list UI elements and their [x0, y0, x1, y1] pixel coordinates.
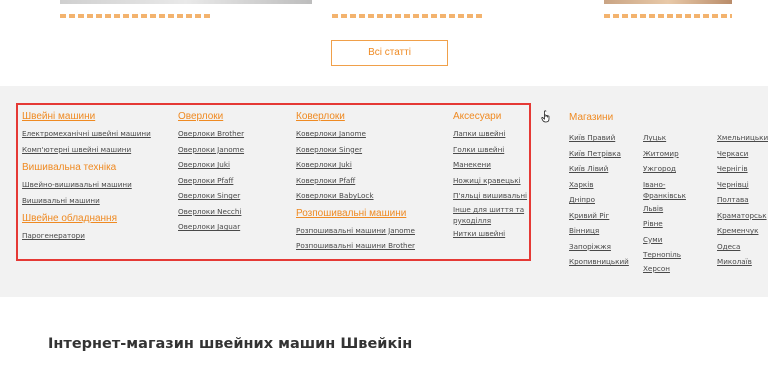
- stores-title: Магазини: [569, 112, 614, 123]
- top-strip: Всі статті: [0, 0, 768, 86]
- link-flatlock-janome[interactable]: Розпошивальні машини Janome: [296, 223, 415, 239]
- heading-flatlock-machines[interactable]: Розпошивальні машини: [296, 207, 415, 221]
- page-title: Інтернет-магазин швейних машин Швейкін: [48, 336, 413, 352]
- link-overlock-singer[interactable]: Оверлоки Singer: [178, 188, 244, 204]
- article-title-cut[interactable]: [604, 14, 732, 18]
- store-link[interactable]: Івано-: [643, 179, 686, 190]
- link-needles[interactable]: Голки швейні: [453, 142, 527, 158]
- catalog-column-sewing: Швейні машини Електромеханічні швейні ма…: [22, 110, 151, 244]
- link-overlock-jaguar[interactable]: Оверлоки Jaguar: [178, 219, 244, 235]
- heading-sewing-equipment[interactable]: Швейне обладнання: [22, 212, 151, 226]
- store-link[interactable]: Вінниця: [569, 223, 629, 239]
- link-sew-embroidery[interactable]: Швейно-вишивальні машини: [22, 177, 151, 193]
- link-threads[interactable]: Нитки швейні: [453, 226, 527, 242]
- heading-embroidery[interactable]: Вишивальна техніка: [22, 161, 151, 175]
- stores-column-1: Київ Правий Київ Петрівка Київ Лівий Хар…: [569, 130, 629, 270]
- catalog-column-accessories: Аксесуари Лапки швейні Голки швейні Мане…: [453, 110, 527, 241]
- store-link[interactable]: Хмельницький: [717, 130, 768, 146]
- link-embroidery-hoops[interactable]: П'яльці вишивальні: [453, 188, 527, 204]
- link-flatlock-brother[interactable]: Розпошивальні машини Brother: [296, 238, 415, 254]
- link-presser-feet[interactable]: Лапки швейні: [453, 126, 527, 142]
- link-electromechanical[interactable]: Електромеханічні швейні машини: [22, 126, 151, 142]
- link-overlock-juki[interactable]: Оверлоки Juki: [178, 157, 244, 173]
- store-link[interactable]: Полтава: [717, 192, 768, 208]
- heading-sewing-machines[interactable]: Швейні машини: [22, 110, 151, 124]
- store-link[interactable]: Краматорськ: [717, 208, 768, 224]
- link-overlock-necchi[interactable]: Оверлоки Necchi: [178, 204, 244, 220]
- catalog-column-overlocks: Оверлоки Оверлоки Brother Оверлоки Janom…: [178, 110, 244, 235]
- link-steam-generators[interactable]: Парогенератори: [22, 228, 151, 244]
- store-link[interactable]: Київ Лівий: [569, 161, 629, 177]
- store-link[interactable]: Кропивницький: [569, 254, 629, 270]
- stores-column-3: Хмельницький Черкаси Чернігів Чернівці П…: [717, 130, 768, 270]
- heading-accessories[interactable]: Аксесуари: [453, 110, 527, 124]
- store-link[interactable]: Черкаси: [717, 146, 768, 162]
- store-link[interactable]: Ужгород: [643, 161, 686, 177]
- article-image-right[interactable]: [604, 0, 732, 4]
- link-mannequins[interactable]: Манекени: [453, 157, 527, 173]
- stores-column-2: Луцьк Житомир Ужгород Івано- Франківськ …: [643, 130, 686, 274]
- link-coverlock-pfaff[interactable]: Коверлоки Pfaff: [296, 173, 415, 189]
- store-link[interactable]: Херсон: [643, 263, 686, 274]
- link-overlock-brother[interactable]: Оверлоки Brother: [178, 126, 244, 142]
- link-overlock-janome[interactable]: Оверлоки Janome: [178, 142, 244, 158]
- article-title-cut[interactable]: [332, 14, 482, 18]
- link-coverlock-juki[interactable]: Коверлоки Juki: [296, 157, 415, 173]
- link-other-sewing[interactable]: Інше для шиття та: [453, 204, 527, 215]
- link-tailor-scissors[interactable]: Ножиці кравецькі: [453, 173, 527, 189]
- store-link[interactable]: Харків: [569, 177, 629, 193]
- store-link[interactable]: Миколаїв: [717, 254, 768, 270]
- store-link[interactable]: Рівне: [643, 216, 686, 232]
- store-link[interactable]: Київ Петрівка: [569, 146, 629, 162]
- store-link[interactable]: Чернівці: [717, 177, 768, 193]
- article-title-cut[interactable]: [60, 14, 210, 18]
- store-link[interactable]: Чернігів: [717, 161, 768, 177]
- catalog-column-coverlocks: Коверлоки Коверлоки Janome Коверлоки Sin…: [296, 110, 415, 254]
- store-link[interactable]: Луцьк: [643, 130, 686, 146]
- hand-cursor-icon: [541, 110, 550, 123]
- store-link[interactable]: Кривий Ріг: [569, 208, 629, 224]
- link-coverlock-babylock[interactable]: Коверлоки BabyLock: [296, 188, 415, 204]
- store-link[interactable]: Суми: [643, 232, 686, 248]
- store-link[interactable]: Львів: [643, 201, 686, 217]
- link-coverlock-janome[interactable]: Коверлоки Janome: [296, 126, 415, 142]
- store-link[interactable]: Житомир: [643, 146, 686, 162]
- all-articles-button[interactable]: Всі статті: [331, 40, 448, 66]
- store-link[interactable]: Кременчук: [717, 223, 768, 239]
- link-other-sewing-cont[interactable]: рукоділля: [453, 215, 527, 226]
- store-link[interactable]: Франківськ: [643, 190, 686, 201]
- store-link[interactable]: Одеса: [717, 239, 768, 255]
- heading-overlocks[interactable]: Оверлоки: [178, 110, 244, 124]
- link-coverlock-singer[interactable]: Коверлоки Singer: [296, 142, 415, 158]
- link-computer-machines[interactable]: Комп'ютерні швейні машини: [22, 142, 151, 158]
- store-link[interactable]: Тернопіль: [643, 247, 686, 263]
- link-embroidery-machines[interactable]: Вишивальні машини: [22, 193, 151, 209]
- heading-coverlocks[interactable]: Коверлоки: [296, 110, 415, 124]
- link-overlock-pfaff[interactable]: Оверлоки Pfaff: [178, 173, 244, 189]
- article-image-left[interactable]: [60, 0, 312, 4]
- store-link[interactable]: Дніпро: [569, 192, 629, 208]
- store-link[interactable]: Запоріжжя: [569, 239, 629, 255]
- store-link[interactable]: Київ Правий: [569, 130, 629, 146]
